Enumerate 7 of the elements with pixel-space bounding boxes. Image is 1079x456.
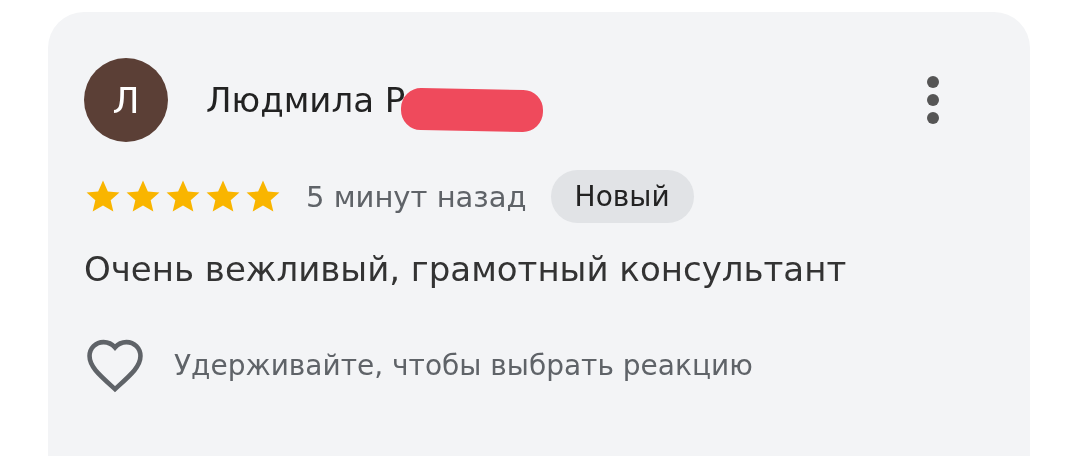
heart-icon[interactable] [84,337,146,393]
new-badge: Новый [550,170,694,223]
reaction-hint: Удерживайте, чтобы выбрать реакцию [174,348,753,382]
avatar: Л [84,58,168,142]
review-time: 5 минут назад [306,179,527,214]
author-name: Людмила Р [206,80,406,120]
review-text: Очень вежливый, грамотный консультант [84,249,848,289]
